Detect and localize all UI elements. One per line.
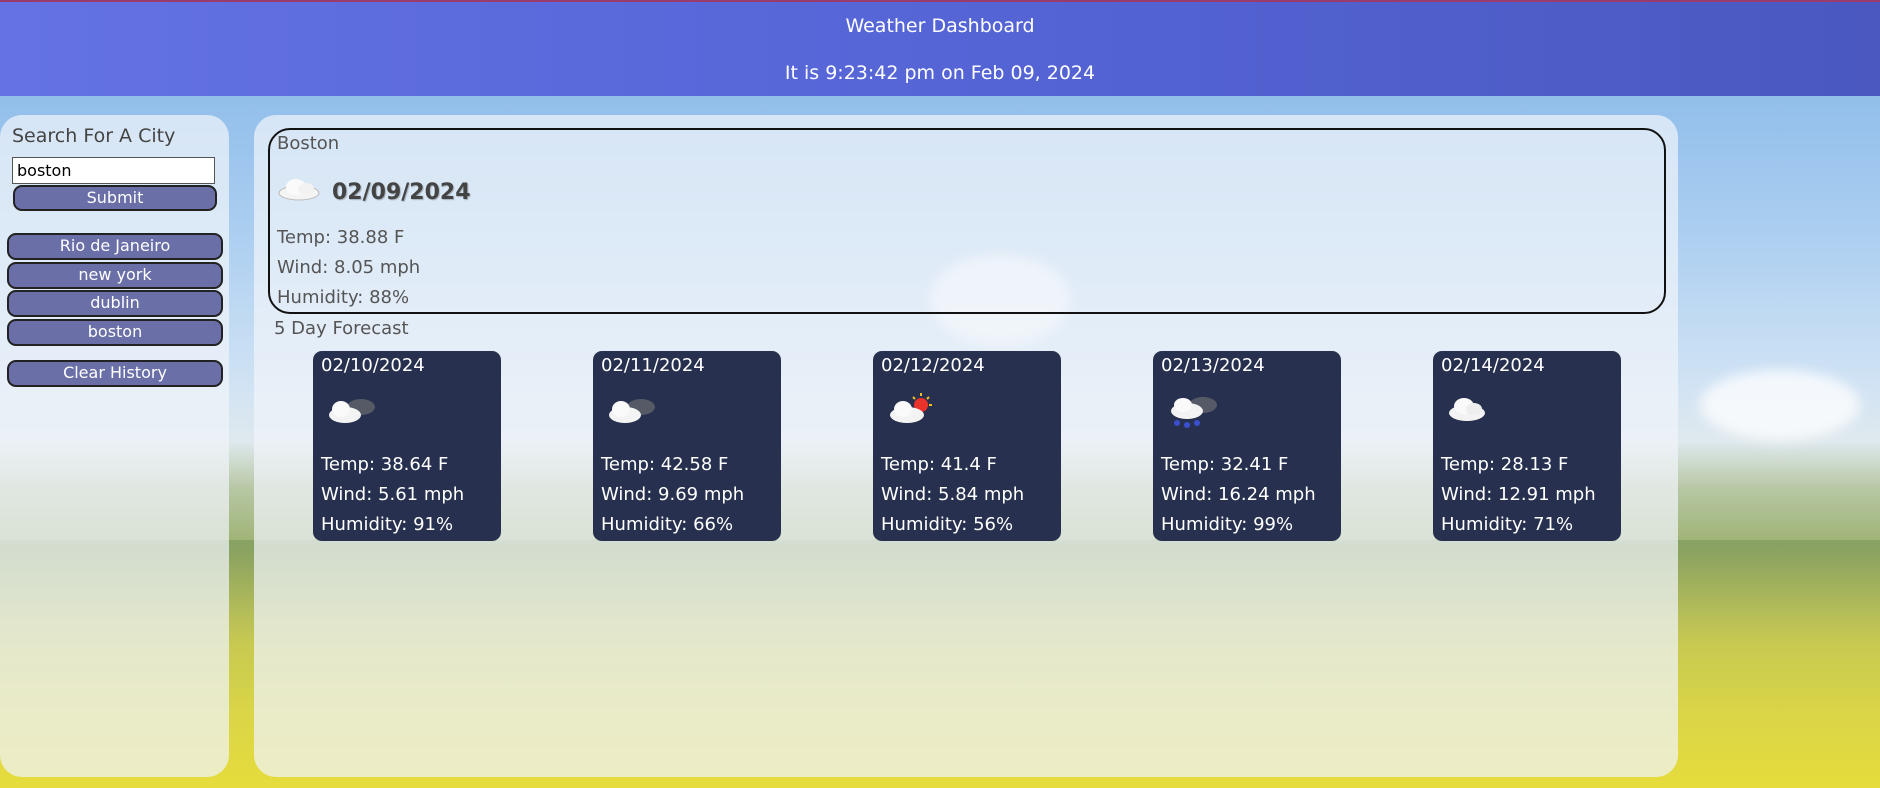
snow-cloud-icon [1171,397,1217,428]
forecast-wind: Wind: 9.69 mph [601,484,745,505]
page-header: Weather Dashboard It is 9:23:42 pm on Fe… [0,0,1880,96]
city-search-input[interactable] [12,157,215,184]
history-item-boston[interactable]: boston [7,319,223,346]
current-weather-card: Boston 02/09/2024 Temp: 38.88 F Wind: 8.… [268,128,1666,314]
forecast-card: 02/12/2024 Temp: 41.4 F Wind: 5.84 mph H… [873,351,1061,541]
current-time-text: It is 9:23:42 pm on Feb 09, 2024 [784,62,1096,84]
forecast-temp: Temp: 42.58 F [601,454,729,475]
forecast-humidity: Humidity: 71% [1441,514,1574,535]
search-sidebar: Search For A City Submit Rio de Janeiro … [0,115,229,777]
background-cloud [1700,370,1860,440]
cloud-icon [1449,398,1485,421]
forecast-humidity: Humidity: 99% [1161,514,1294,535]
forecast-wind: Wind: 5.84 mph [881,484,1025,505]
current-temp: Temp: 38.88 F [277,227,405,248]
forecast-temp: Temp: 32.41 F [1161,454,1289,475]
forecast-temp: Temp: 38.64 F [321,454,449,475]
forecast-humidity: Humidity: 91% [321,514,454,535]
forecast-date: 02/10/2024 [321,355,425,376]
forecast-card: 02/11/2024 Temp: 42.58 F Wind: 9.69 mph … [593,351,781,541]
forecast-heading: 5 Day Forecast [274,318,409,339]
history-item-rio-de-janeiro[interactable]: Rio de Janeiro [7,233,223,260]
history-item-dublin[interactable]: dublin [7,290,223,317]
sun-cloud-icon [890,393,932,423]
current-date: 02/09/2024 [332,180,471,205]
forecast-date: 02/14/2024 [1441,355,1545,376]
cloud-icon [278,179,320,201]
page-title: Weather Dashboard [845,15,1035,37]
forecast-card: 02/14/2024 Temp: 28.13 F Wind: 12.91 mph… [1433,351,1621,541]
history-item-new-york[interactable]: new york [7,262,223,289]
forecast-wind: Wind: 5.61 mph [321,484,465,505]
forecast-date: 02/13/2024 [1161,355,1265,376]
forecast-wind: Wind: 16.24 mph [1161,484,1316,505]
forecast-humidity: Humidity: 56% [881,514,1014,535]
forecast-card: 02/10/2024 Temp: 38.64 F Wind: 5.61 mph … [313,351,501,541]
forecast-humidity: Humidity: 66% [601,514,734,535]
forecast-date: 02/12/2024 [881,355,985,376]
search-heading: Search For A City [12,125,176,147]
forecast-temp: Temp: 28.13 F [1441,454,1569,475]
forecast-temp: Temp: 41.4 F [881,454,997,475]
weather-main-panel: Boston 02/09/2024 Temp: 38.88 F Wind: 8.… [254,115,1678,777]
forecast-card: 02/13/2024 Temp: 32.41 F Wind: 16.24 mph… [1153,351,1341,541]
forecast-date: 02/11/2024 [601,355,705,376]
dark-cloud-icon [329,399,375,423]
current-wind: Wind: 8.05 mph [277,257,421,278]
clear-history-button[interactable]: Clear History [7,360,223,387]
submit-button[interactable]: Submit [13,185,217,211]
dark-cloud-icon [609,399,655,423]
forecast-wind: Wind: 12.91 mph [1441,484,1596,505]
current-humidity: Humidity: 88% [277,287,410,308]
current-city-name: Boston [277,133,340,154]
